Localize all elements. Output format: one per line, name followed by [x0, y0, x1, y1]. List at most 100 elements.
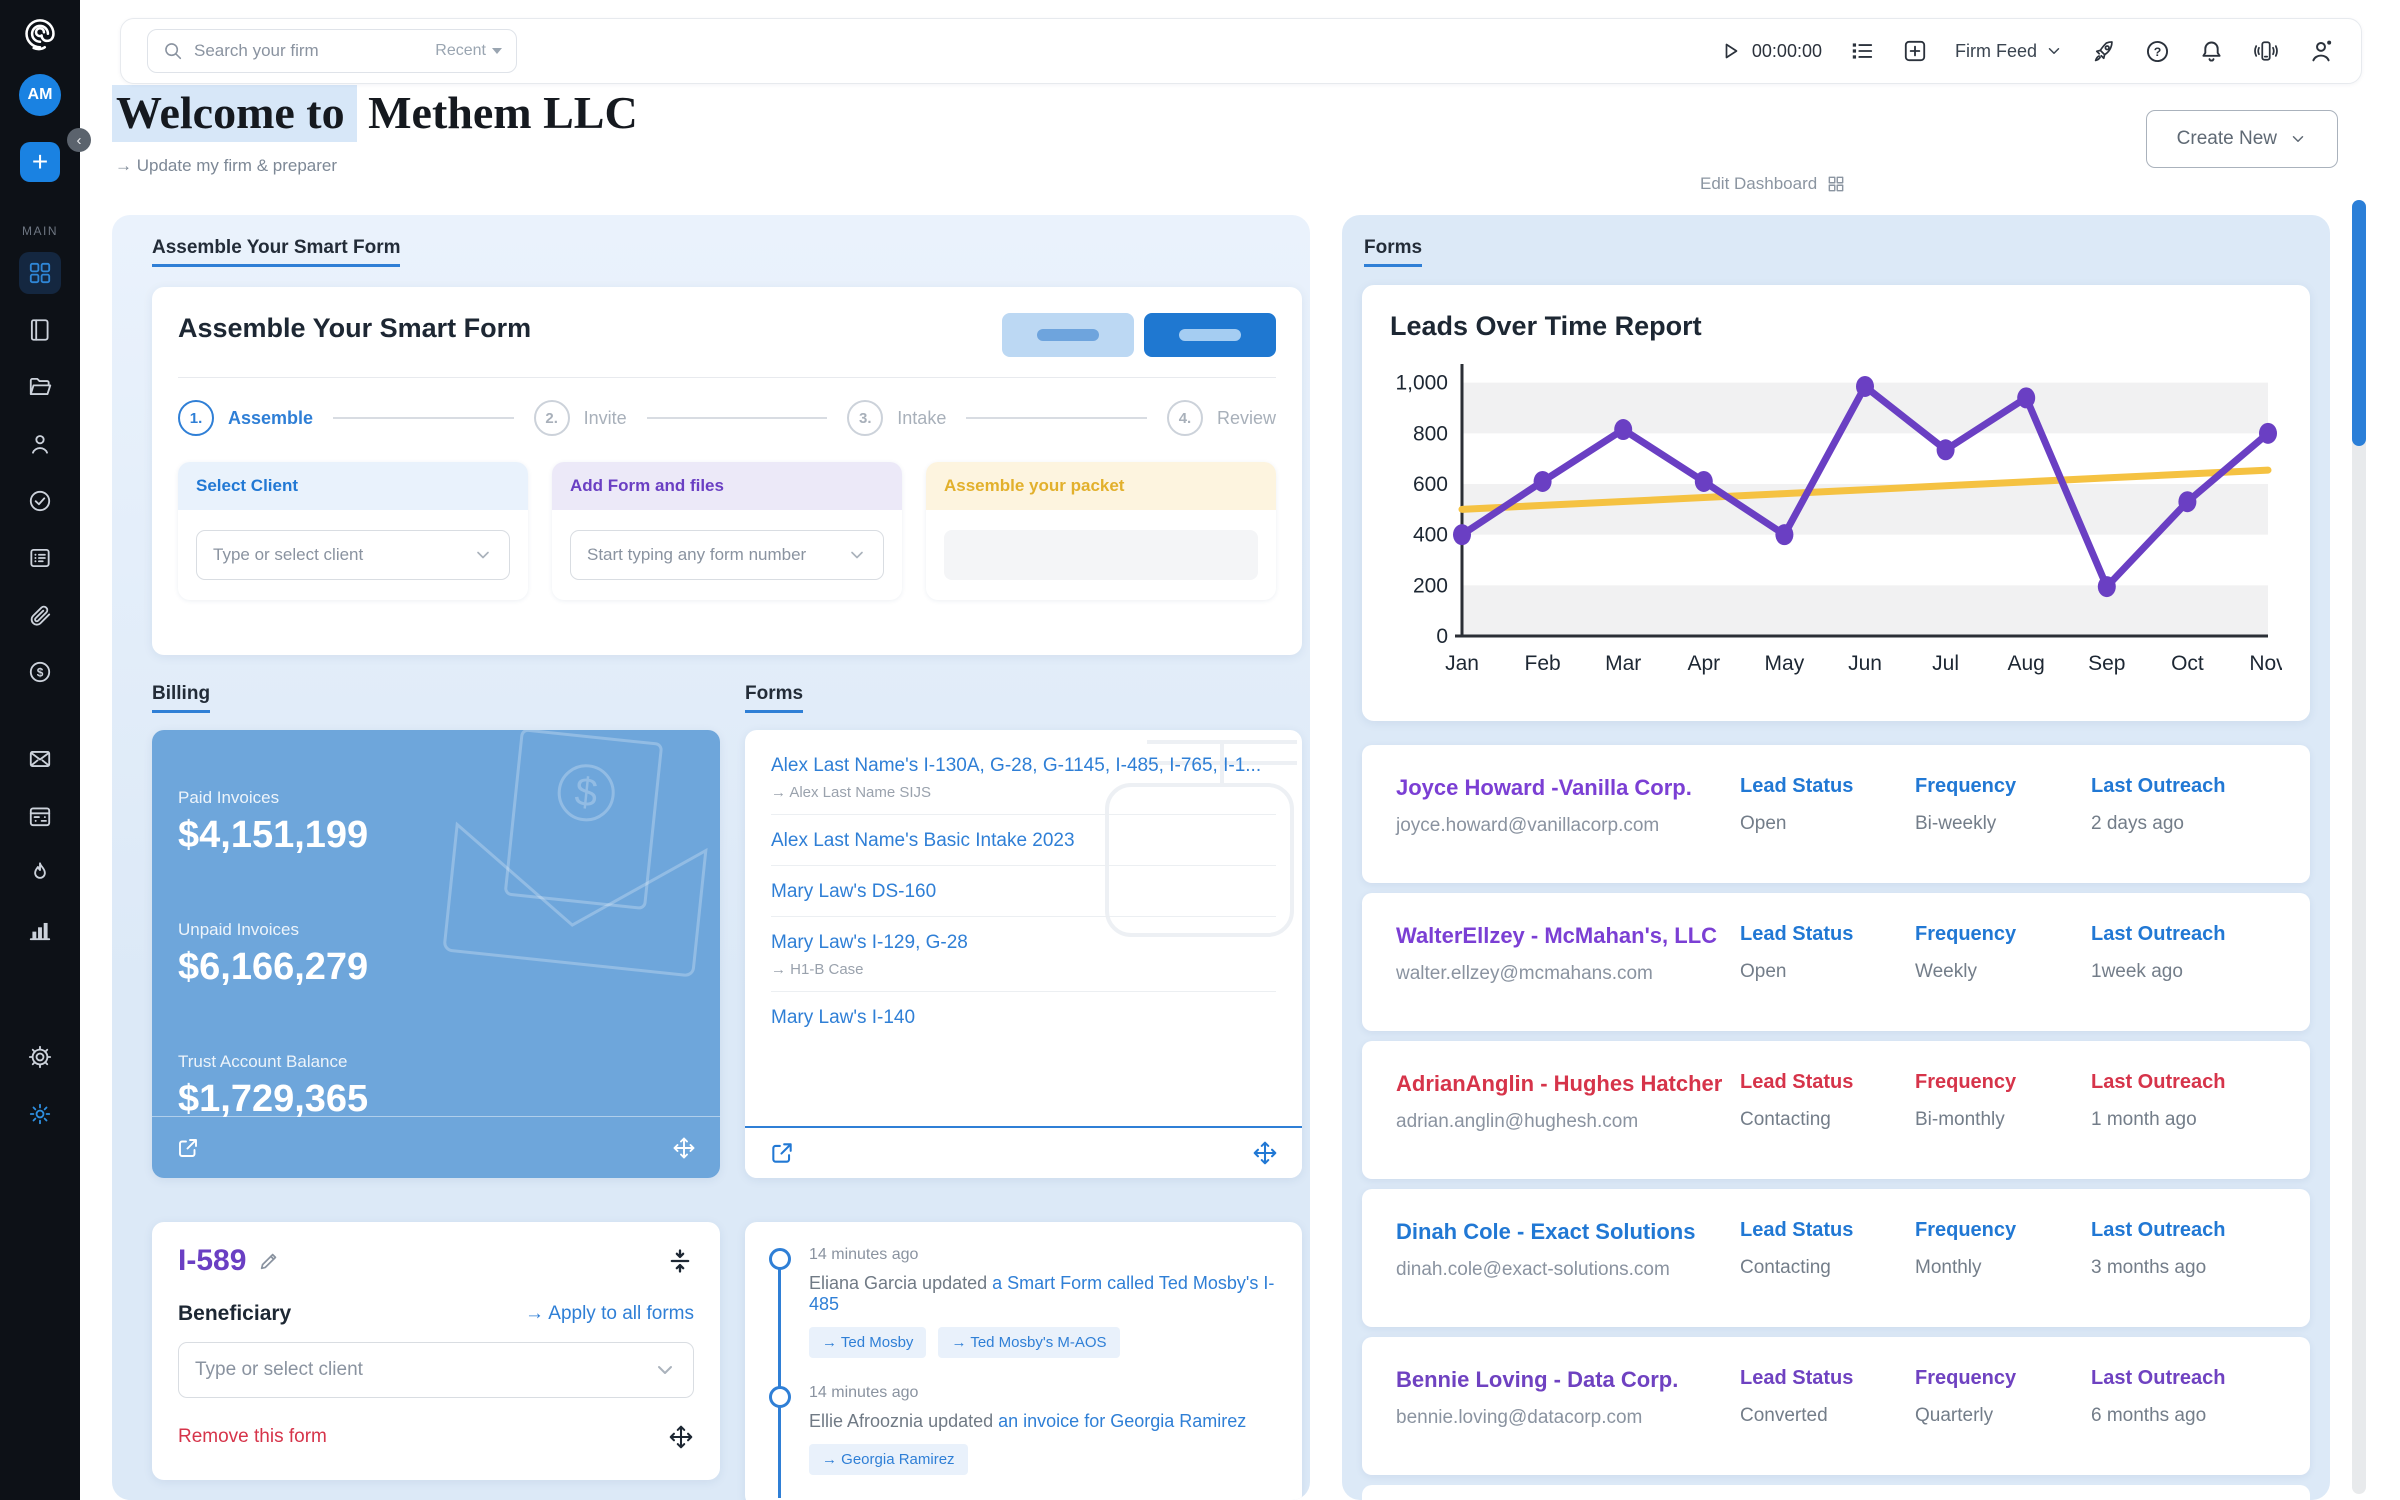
smart-form-secondary-button[interactable] — [1002, 313, 1134, 357]
external-link-icon[interactable] — [769, 1140, 795, 1166]
step-intake[interactable]: 3. Intake — [847, 400, 946, 436]
lead-card[interactable]: WalterEllzey - McMahan's, LLC walter.ell… — [1362, 893, 2310, 1031]
move-widget-icon[interactable] — [672, 1136, 696, 1160]
step-assemble[interactable]: 1. Assemble — [178, 400, 313, 436]
sidebar-item-clients[interactable] — [19, 423, 61, 465]
billing-section-title[interactable]: Billing — [152, 683, 210, 713]
last-outreach-header[interactable]: Last Outreach — [2091, 1071, 2225, 1094]
task-list-icon[interactable] — [1849, 38, 1875, 64]
sidebar-item-tasks[interactable] — [19, 480, 61, 522]
sidebar-item-matters[interactable] — [19, 366, 61, 408]
move-widget-icon[interactable] — [1252, 1140, 1278, 1166]
smart-form-primary-button[interactable] — [1144, 313, 1276, 357]
lead-status-header[interactable]: Lead Status — [1740, 1367, 1853, 1390]
beneficiary-select[interactable]: Type or select client — [178, 1342, 694, 1398]
lead-name[interactable]: Dinah Cole - Exact Solutions — [1396, 1219, 1695, 1245]
search-input[interactable]: Search your firm Recent — [147, 29, 517, 73]
add-new-button[interactable]: + — [20, 142, 60, 182]
activity-tag[interactable]: → Ted Mosby — [809, 1327, 926, 1358]
sidebar-item-calendar[interactable] — [19, 795, 61, 837]
frequency-header[interactable]: Frequency — [1915, 1219, 2016, 1242]
smart-form-section-title[interactable]: Assemble Your Smart Form — [152, 237, 400, 267]
lead-card[interactable]: AdrianAnglin - Hughes Hatcher adrian.ang… — [1362, 1041, 2310, 1179]
notifications-bell-icon[interactable] — [2198, 38, 2225, 65]
edit-pencil-icon[interactable] — [258, 1250, 280, 1272]
frequency-header[interactable]: Frequency — [1915, 923, 2016, 946]
user-profile-icon[interactable] — [2307, 37, 2335, 65]
forms-section-title[interactable]: Forms — [745, 683, 803, 713]
lead-status-header[interactable]: Lead Status — [1740, 923, 1853, 946]
sidebar-item-billing[interactable]: $ — [19, 651, 61, 693]
activity-link[interactable]: an invoice for Georgia Ramirez — [998, 1411, 1246, 1431]
sidebar-item-documents[interactable] — [19, 594, 61, 636]
sidebar-item-settings[interactable] — [19, 1036, 61, 1078]
step-number: 3. — [847, 400, 883, 436]
leads-section-title[interactable]: Forms — [1364, 237, 1422, 267]
step-review[interactable]: 4. Review — [1167, 400, 1276, 436]
step-invite[interactable]: 2. Invite — [534, 400, 627, 436]
external-link-icon[interactable] — [176, 1136, 200, 1160]
lead-name[interactable]: AdrianAnglin - Hughes Hatcher — [1396, 1071, 1722, 1097]
activity-tag[interactable]: → Ted Mosby's M-AOS — [938, 1327, 1119, 1358]
lead-name[interactable]: Bennie Loving - Data Corp. — [1396, 1367, 1678, 1393]
recent-dropdown[interactable]: Recent — [435, 42, 502, 60]
lead-name[interactable]: Joyce Howard -Vanilla Corp. — [1396, 775, 1692, 801]
form-link-item[interactable]: Mary Law's DS-160 — [771, 866, 1276, 917]
sidebar-item-smart-forms[interactable] — [19, 537, 61, 579]
frequency-header[interactable]: Frequency — [1915, 1071, 2016, 1094]
app-logo-icon[interactable] — [21, 14, 59, 52]
sun-icon — [27, 1101, 53, 1127]
create-new-button[interactable]: Create New — [2146, 110, 2338, 168]
scrollbar-thumb[interactable] — [2352, 200, 2366, 446]
sidebar-item-activity[interactable] — [19, 852, 61, 894]
timer-button[interactable]: 00:00:00 — [1718, 39, 1822, 63]
paperclip-icon — [27, 602, 53, 628]
divider — [178, 377, 1276, 378]
scrollbar-track[interactable] — [2352, 200, 2366, 1494]
edit-dashboard-button[interactable]: Edit Dashboard — [1700, 174, 1846, 194]
sidebar-item-dashboard[interactable] — [19, 252, 61, 294]
sidebar-item-book[interactable] — [19, 309, 61, 351]
step-connector — [333, 417, 514, 419]
last-outreach-header[interactable]: Last Outreach — [2091, 1367, 2225, 1390]
phone-ring-icon[interactable] — [2252, 37, 2280, 65]
svg-text:$: $ — [37, 665, 44, 679]
firm-feed-dropdown[interactable]: Firm Feed — [1955, 41, 2063, 62]
sidebar-item-reports[interactable] — [19, 909, 61, 951]
help-icon[interactable]: ? — [2144, 38, 2171, 65]
collapse-icon[interactable] — [666, 1247, 694, 1275]
lead-status-header[interactable]: Lead Status — [1740, 775, 1853, 798]
remove-form-link[interactable]: Remove this form — [178, 1426, 327, 1448]
folder-icon — [27, 374, 53, 400]
last-outreach-header[interactable]: Last Outreach — [2091, 923, 2225, 946]
lead-status-header[interactable]: Lead Status — [1740, 1071, 1853, 1094]
apply-to-all-forms-link[interactable]: → Apply to all forms — [525, 1303, 694, 1325]
stat-value: $4,151,199 — [178, 814, 368, 857]
sidebar-item-mail[interactable] — [19, 738, 61, 780]
add-box-icon[interactable] — [1902, 38, 1928, 64]
lead-card[interactable]: Bennie Loving - Data Corp. bennie.loving… — [1362, 1337, 2310, 1475]
form-number-select[interactable]: Start typing any form number — [570, 530, 884, 580]
update-firm-link[interactable]: → Update my firm & preparer — [115, 156, 337, 176]
form-link-item[interactable]: Mary Law's I-129, G-28 → H1-B Case — [771, 917, 1276, 992]
rocket-icon[interactable] — [2090, 38, 2117, 65]
activity-tag[interactable]: → Georgia Ramirez — [809, 1444, 968, 1475]
form-link-item[interactable]: Mary Law's I-140 — [771, 992, 1276, 1042]
sidebar-collapse-button[interactable]: ‹ — [67, 128, 91, 152]
client-select[interactable]: Type or select client — [196, 530, 510, 580]
svg-text:Jul: Jul — [1932, 652, 1959, 675]
last-outreach-header[interactable]: Last Outreach — [2091, 1219, 2225, 1242]
frequency-header[interactable]: Frequency — [1915, 775, 2016, 798]
last-outreach-header[interactable]: Last Outreach — [2091, 775, 2225, 798]
lead-status-header[interactable]: Lead Status — [1740, 1219, 1853, 1242]
frequency-header[interactable]: Frequency — [1915, 1367, 2016, 1390]
form-link-item[interactable]: Alex Last Name's Basic Intake 2023 — [771, 815, 1276, 866]
move-widget-icon[interactable] — [668, 1424, 694, 1450]
avatar[interactable]: AM — [19, 74, 61, 116]
sidebar-item-theme[interactable] — [19, 1093, 61, 1135]
activity-entry: 14 minutes ago Eliana Garcia updated a S… — [769, 1246, 1278, 1358]
lead-card[interactable]: Dinah Cole - Exact Solutions dinah.cole@… — [1362, 1189, 2310, 1327]
lead-name[interactable]: WalterEllzey - McMahan's, LLC — [1396, 923, 1717, 949]
lead-card[interactable]: Joyce Howard -Vanilla Corp. joyce.howard… — [1362, 745, 2310, 883]
form-link-item[interactable]: Alex Last Name's I-130A, G-28, G-1145, I… — [771, 740, 1276, 815]
